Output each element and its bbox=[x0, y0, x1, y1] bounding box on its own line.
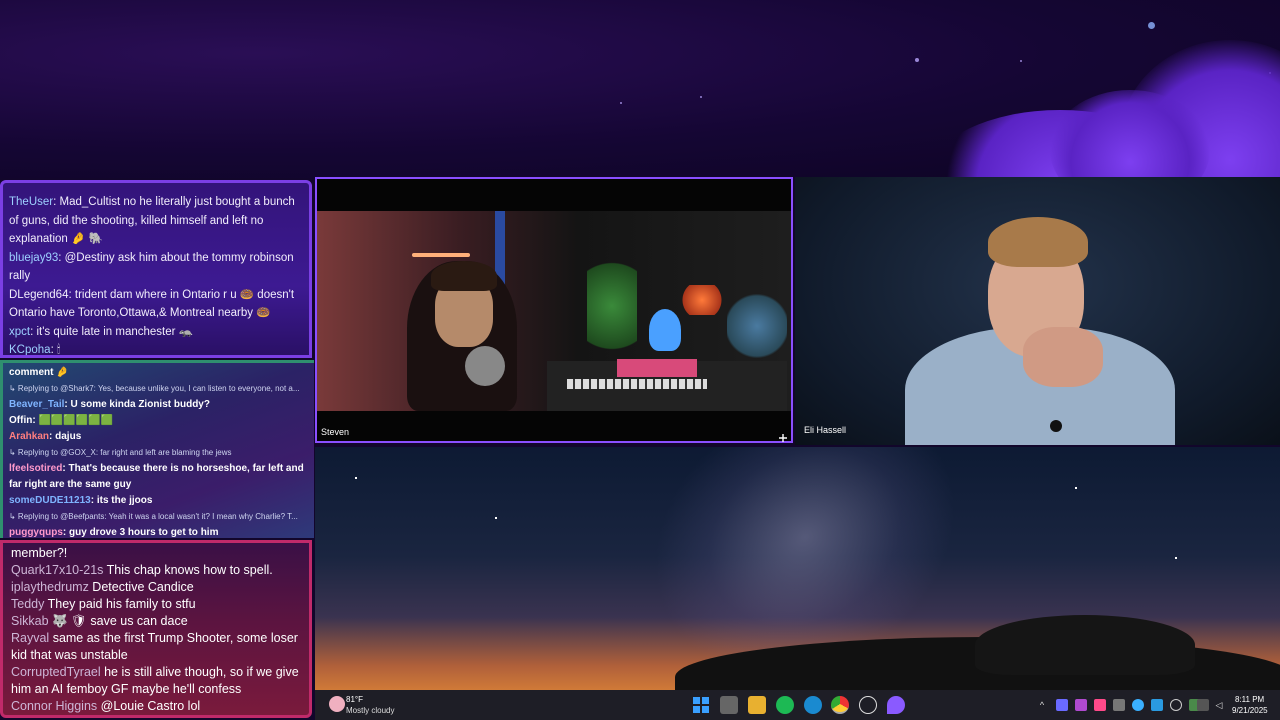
chat-username[interactable]: someDUDE11213 bbox=[9, 495, 91, 506]
chat-panel-tertiary[interactable]: member?! Quark17x10-21s This chap knows … bbox=[0, 540, 312, 718]
chat-message: Quark17x10-21s This chap knows how to sp… bbox=[11, 562, 305, 579]
chat-text: They paid his family to stfu bbox=[44, 597, 196, 611]
tray-app-icon[interactable] bbox=[1094, 699, 1106, 711]
chat-username[interactable]: bluejay93 bbox=[9, 252, 58, 264]
weather-desc[interactable]: Mostly cloudy bbox=[346, 706, 394, 715]
chat-message: comment 🤌 bbox=[9, 367, 69, 378]
reply-context: ↳ Replying to @GOX_X: far right and left… bbox=[9, 448, 232, 457]
video-tile-steven[interactable]: Steven bbox=[315, 177, 793, 443]
chat-item: Offin: 🟩🟩🟩🟩🟩🟩 bbox=[9, 415, 114, 426]
tray-app-icon[interactable] bbox=[1151, 699, 1163, 711]
chat-message: xpct: it's quite late in manchester 🦡 bbox=[9, 323, 305, 342]
chat-username[interactable]: lfeelsotired bbox=[9, 463, 62, 474]
chat-message: Sikkab 🐺 🛡 save us can dace bbox=[11, 613, 305, 630]
chat-text: same as the first Trump Shooter, some lo… bbox=[11, 631, 298, 662]
clock-time[interactable]: 8:11 PM bbox=[1235, 695, 1264, 704]
chat-text: : 🕯 bbox=[50, 344, 61, 356]
chrome-icon[interactable] bbox=[831, 696, 849, 714]
app-icon[interactable] bbox=[887, 696, 905, 714]
video-feed bbox=[317, 211, 791, 411]
chat-username[interactable]: iplaythedrumz bbox=[11, 580, 89, 594]
weather-temp[interactable]: 81°F bbox=[346, 695, 363, 704]
tray-app-icon[interactable] bbox=[1170, 699, 1182, 711]
chat-text: 🐺 🛡 save us can dace bbox=[48, 614, 188, 628]
chat-username[interactable]: Sikkab bbox=[11, 614, 49, 628]
participant-name-eli: Eli Hassell bbox=[804, 425, 847, 435]
chat-message: Connor Higgins @Louie Castro lol bbox=[11, 698, 305, 715]
chat-text: Detective Candice bbox=[88, 580, 194, 594]
chat-username[interactable]: CorruptedTyrael bbox=[11, 665, 101, 679]
chat-item: ↳ Replying to @GOX_X: far right and left… bbox=[9, 445, 314, 493]
edge-icon[interactable] bbox=[804, 696, 822, 714]
chat-text: This chap knows how to spell. bbox=[103, 563, 273, 577]
chat-username[interactable]: puggyqups bbox=[9, 527, 63, 538]
video-tile-eli[interactable]: Eli Hassell bbox=[795, 177, 1280, 445]
clock-date[interactable]: 9/21/2025 bbox=[1232, 706, 1268, 715]
chat-text: dajus bbox=[52, 431, 82, 442]
chat-username[interactable]: Arahkan bbox=[9, 431, 49, 442]
chat-username[interactable]: Quark17x10-21s bbox=[11, 563, 103, 577]
chat-item: someDUDE11213: its the jjoos bbox=[9, 495, 153, 506]
start-icon[interactable] bbox=[692, 696, 710, 714]
volume-icon[interactable]: ◁ bbox=[1213, 699, 1225, 711]
chat-text: 🟩🟩🟩🟩🟩🟩 bbox=[35, 415, 114, 426]
taskbar: 81°F Mostly cloudy ^ ◁ 8:11 PM 9/21/2025 bbox=[315, 690, 1280, 720]
reply-context: ↳ Replying to @Beefpants: Yeah it was a … bbox=[9, 512, 298, 521]
task-view-icon[interactable] bbox=[720, 696, 738, 714]
chat-username[interactable]: Offin bbox=[9, 415, 32, 426]
chat-message: iplaythedrumz Detective Candice bbox=[11, 579, 305, 596]
chat-item: ↳ Replying to @Beefpants: Yeah it was a … bbox=[9, 509, 314, 538]
weather-icon[interactable] bbox=[329, 696, 345, 712]
stream-overlay-banner bbox=[0, 0, 1280, 178]
chat-username[interactable]: DLegend64 bbox=[9, 289, 68, 301]
chat-username[interactable]: Rayval bbox=[11, 631, 49, 645]
chat-username[interactable]: xpct bbox=[9, 326, 30, 338]
chat-message: Teddy They paid his family to stfu bbox=[11, 596, 305, 613]
chat-panel-primary[interactable]: TheUser: Mad_Cultist no he literally jus… bbox=[0, 180, 312, 358]
chat-panel-secondary[interactable]: comment 🤌 ↳ Replying to @Shark7: Yes, be… bbox=[0, 360, 314, 538]
tray-app-icon[interactable] bbox=[1113, 699, 1125, 711]
chat-item: ↳ Replying to @Shark7: Yes, because unli… bbox=[9, 381, 314, 413]
chat-username[interactable]: Teddy bbox=[11, 597, 44, 611]
video-feed bbox=[795, 177, 1280, 445]
chat-message: TheUser: Mad_Cultist no he literally jus… bbox=[9, 193, 305, 249]
tray-app-icon[interactable] bbox=[1056, 699, 1068, 711]
chat-message: DLegend64: trident dam where in Ontario … bbox=[9, 286, 305, 323]
chat-text: guy drove 3 hours to get to him bbox=[66, 527, 219, 538]
chat-text: its the jjoos bbox=[94, 495, 153, 506]
chat-message: KCpoha: 🕯 bbox=[9, 341, 305, 356]
chat-text: @Louie Castro lol bbox=[97, 699, 201, 713]
chevron-up-icon[interactable]: ^ bbox=[1036, 699, 1048, 711]
chat-username[interactable]: Beaver_Tail bbox=[9, 399, 64, 410]
chat-text: : it's quite late in manchester 🦡 bbox=[30, 325, 193, 338]
chat-username[interactable]: KCpoha bbox=[9, 344, 51, 355]
chat-item: Arahkan: dajus bbox=[9, 431, 82, 442]
chat-message: Rayval same as the first Trump Shooter, … bbox=[11, 630, 305, 664]
chat-username[interactable]: TheUser bbox=[9, 196, 53, 208]
chatgpt-icon[interactable] bbox=[859, 696, 877, 714]
tray-app-icon[interactable] bbox=[1075, 699, 1087, 711]
participant-name-steven: Steven bbox=[321, 427, 350, 437]
desktop-wallpaper bbox=[315, 447, 1280, 690]
tray-app-icon[interactable] bbox=[1132, 699, 1144, 711]
expand-icon[interactable] bbox=[779, 429, 787, 442]
chat-username[interactable]: Connor Higgins bbox=[11, 699, 97, 713]
chat-text: U some kinda Zionist buddy? bbox=[67, 399, 210, 410]
spotify-icon[interactable] bbox=[776, 696, 794, 714]
chat-message: bluejay93: @Destiny ask him about the to… bbox=[9, 249, 305, 286]
network-icon[interactable] bbox=[1197, 699, 1209, 711]
reply-context: ↳ Replying to @Shark7: Yes, because unli… bbox=[9, 384, 300, 393]
chat-message: member?! bbox=[11, 546, 68, 560]
chat-message: CorruptedTyrael he is still alive though… bbox=[11, 664, 305, 698]
file-explorer-icon[interactable] bbox=[748, 696, 766, 714]
